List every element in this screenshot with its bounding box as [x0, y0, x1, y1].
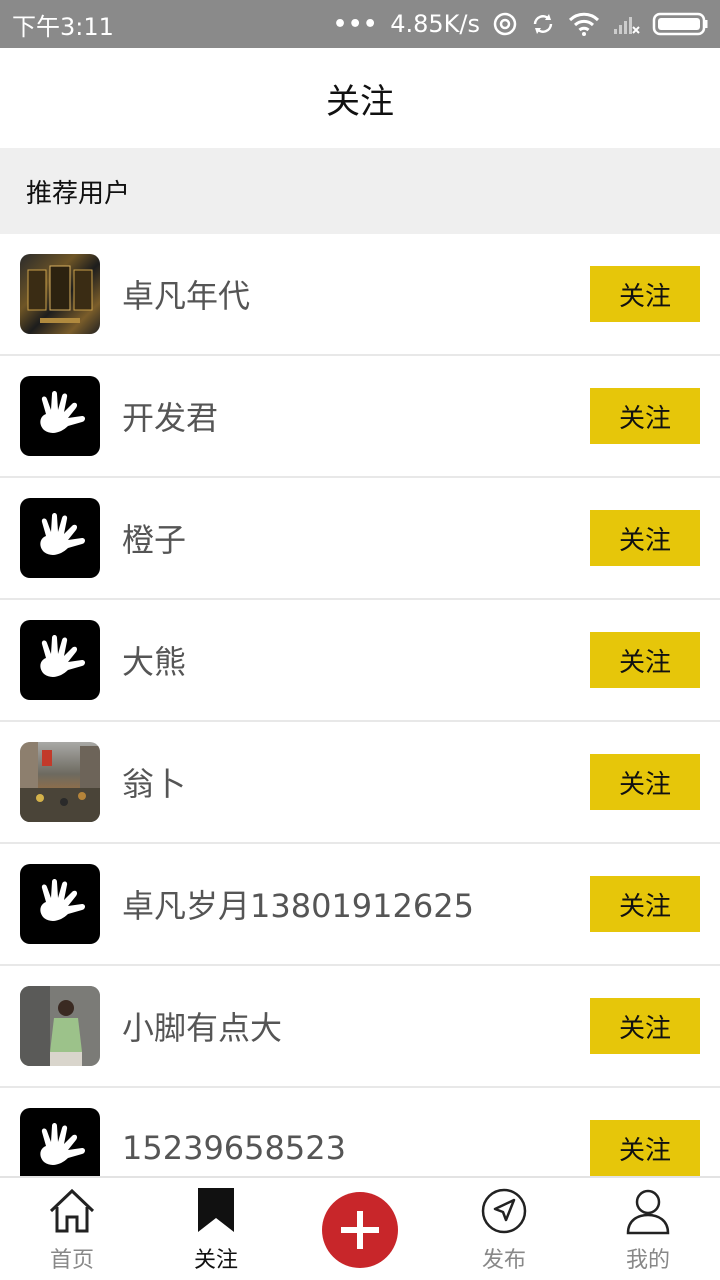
- avatar[interactable]: [20, 1108, 100, 1176]
- section-header: 推荐用户: [0, 148, 720, 234]
- hand-icon: [40, 391, 85, 433]
- avatar[interactable]: [20, 376, 100, 456]
- title-bar: 关注: [0, 48, 720, 148]
- nav-add[interactable]: [288, 1178, 432, 1280]
- nav-publish[interactable]: 发布: [432, 1178, 576, 1280]
- user-row[interactable]: 小脚有点大 关注: [0, 966, 720, 1088]
- plus-icon: [341, 1211, 379, 1249]
- follow-button[interactable]: 关注: [590, 754, 700, 810]
- nav-follow-label[interactable]: 关注: [194, 1242, 238, 1274]
- home-icon[interactable]: [47, 1186, 97, 1236]
- avatar[interactable]: [20, 742, 100, 822]
- follow-button[interactable]: 关注: [590, 266, 700, 322]
- bookmark-icon[interactable]: [191, 1186, 241, 1236]
- page-title: 关注: [326, 81, 394, 122]
- avatar[interactable]: [20, 498, 100, 578]
- battery-icon: [652, 11, 708, 37]
- follow-button[interactable]: 关注: [590, 1120, 700, 1176]
- user-name[interactable]: 卓凡岁月13801912625: [122, 881, 590, 927]
- hand-icon: [40, 879, 85, 921]
- follow-button[interactable]: 关注: [590, 876, 700, 932]
- avatar[interactable]: [20, 864, 100, 944]
- section-title: 推荐用户: [26, 178, 131, 209]
- user-name[interactable]: 15239658523: [122, 1129, 590, 1167]
- user-row[interactable]: 大熊 关注: [0, 600, 720, 722]
- user-row[interactable]: 橙子 关注: [0, 478, 720, 600]
- bottom-nav: 首页 关注 发布 我的: [0, 1176, 720, 1280]
- avatar[interactable]: [20, 254, 100, 334]
- status-time: 下午3:11: [12, 12, 114, 41]
- nav-mine[interactable]: 我的: [576, 1178, 720, 1280]
- user-name[interactable]: 小脚有点大: [122, 1003, 590, 1049]
- user-icon[interactable]: [623, 1186, 673, 1236]
- user-name[interactable]: 翁卜: [122, 759, 590, 805]
- hotspot-icon: [492, 11, 518, 37]
- hand-icon: [40, 1123, 85, 1165]
- recommended-user-list[interactable]: 卓凡年代 关注 开发君 关注 橙子 关注 大熊 关注 翁卜 关注 卓凡岁月138: [0, 234, 720, 1176]
- user-name[interactable]: 橙子: [122, 515, 590, 561]
- nav-follow[interactable]: 关注: [144, 1178, 288, 1280]
- avatar[interactable]: [20, 620, 100, 700]
- follow-button[interactable]: 关注: [590, 388, 700, 444]
- follow-button[interactable]: 关注: [590, 632, 700, 688]
- follow-button[interactable]: 关注: [590, 510, 700, 566]
- nav-home-label[interactable]: 首页: [50, 1242, 94, 1274]
- status-dots: •••: [333, 11, 379, 37]
- hand-icon: [40, 513, 85, 555]
- wifi-icon: [568, 11, 600, 37]
- user-name[interactable]: 卓凡年代: [122, 271, 590, 317]
- nav-publish-label[interactable]: 发布: [482, 1242, 526, 1274]
- user-row[interactable]: 卓凡岁月13801912625 关注: [0, 844, 720, 966]
- status-right: ••• 4.85K/s: [333, 10, 708, 38]
- nav-mine-label[interactable]: 我的: [626, 1242, 670, 1274]
- hand-icon: [40, 635, 85, 677]
- add-button[interactable]: [322, 1192, 398, 1268]
- nav-home[interactable]: 首页: [0, 1178, 144, 1280]
- follow-button[interactable]: 关注: [590, 998, 700, 1054]
- user-row[interactable]: 翁卜 关注: [0, 722, 720, 844]
- user-name[interactable]: 大熊: [122, 637, 590, 683]
- avatar[interactable]: [20, 986, 100, 1066]
- signal-icon: [612, 12, 640, 36]
- user-row[interactable]: 15239658523 关注: [0, 1088, 720, 1176]
- send-icon[interactable]: [479, 1186, 529, 1236]
- sync-icon: [530, 11, 556, 37]
- user-name[interactable]: 开发君: [122, 393, 590, 439]
- network-speed: 4.85K/s: [390, 10, 480, 38]
- status-bar: 下午3:11 ••• 4.85K/s: [0, 0, 720, 48]
- user-row[interactable]: 开发君 关注: [0, 356, 720, 478]
- user-row[interactable]: 卓凡年代 关注: [0, 234, 720, 356]
